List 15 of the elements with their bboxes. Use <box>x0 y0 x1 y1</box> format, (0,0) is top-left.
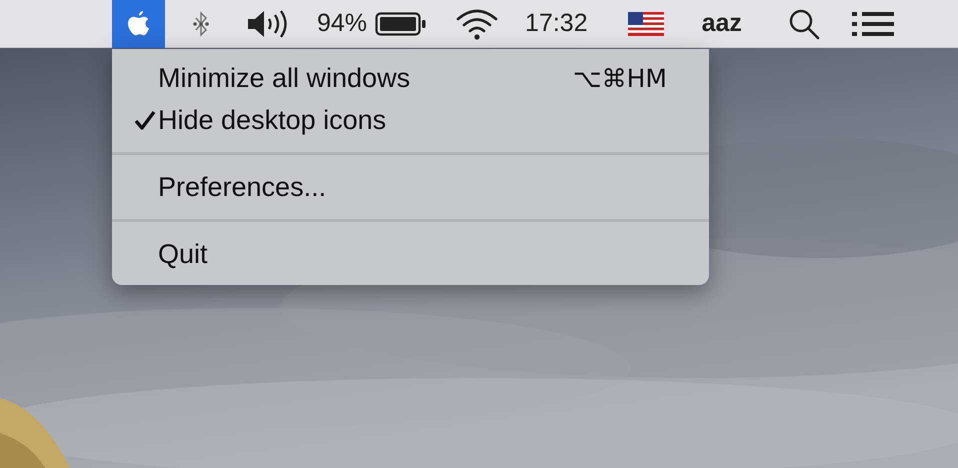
list-icon[interactable] <box>852 10 894 36</box>
apple-menu[interactable] <box>112 0 165 48</box>
bluetooth-icon[interactable] <box>193 10 209 38</box>
apple-icon <box>128 10 150 36</box>
menu-item[interactable]: Hide desktop icons <box>112 99 709 141</box>
battery-percentage: 94% <box>317 9 368 38</box>
menu-item[interactable]: Quit <box>112 233 709 275</box>
clock[interactable]: 17:32 <box>525 9 588 38</box>
battery-icon[interactable] <box>375 12 428 36</box>
search-icon[interactable] <box>788 8 820 40</box>
menu-item[interactable]: Preferences... <box>112 166 709 208</box>
input-source[interactable]: aaz <box>702 9 742 38</box>
flag-icon[interactable] <box>628 12 664 36</box>
wifi-icon[interactable] <box>455 8 500 40</box>
menu-item[interactable]: Minimize all windows ⌥⌘HM <box>112 57 709 99</box>
